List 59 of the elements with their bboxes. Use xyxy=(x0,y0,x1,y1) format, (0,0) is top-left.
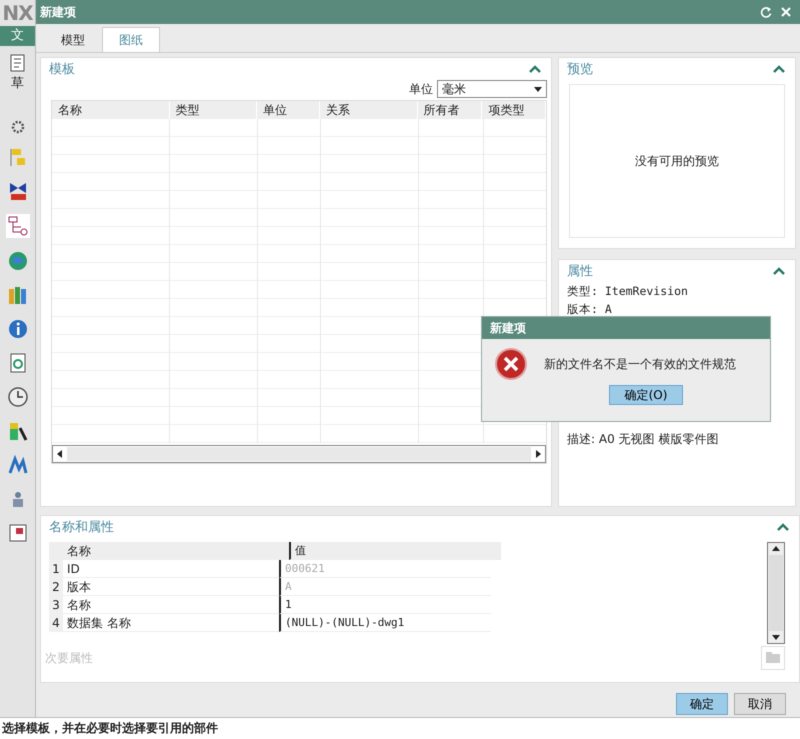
books-icon[interactable] xyxy=(6,284,28,306)
panel-title: 属性 xyxy=(567,263,593,280)
alert-title: 新建项 xyxy=(490,321,526,335)
row-number: 2 xyxy=(49,578,63,596)
status-text: 选择模板，并在必要时选择要引用的部件 xyxy=(2,721,218,736)
panel-title: 模板 xyxy=(49,61,75,78)
collapse-icon[interactable] xyxy=(773,64,785,74)
sketch-label: 草 xyxy=(11,75,24,92)
globe-icon[interactable] xyxy=(6,250,28,272)
unit-label: 单位 xyxy=(409,80,433,98)
property-line: 版本: A xyxy=(566,301,613,318)
preview-message: 没有可用的预览 xyxy=(635,152,719,170)
column-header[interactable]: 关系 xyxy=(320,101,418,119)
collapse-icon[interactable] xyxy=(777,522,789,532)
dropdown-arrow-icon[interactable] xyxy=(534,86,542,92)
ok-button[interactable]: 确定 xyxy=(676,693,728,715)
gear-icon[interactable] xyxy=(10,120,24,134)
menu-tab[interactable]: 文 xyxy=(0,26,35,46)
row-number: 3 xyxy=(49,596,63,614)
table-cell: 数据集 名称 xyxy=(63,614,279,632)
collapse-icon[interactable] xyxy=(529,64,541,74)
alert-ok-button[interactable]: 确定(O) xyxy=(609,385,683,405)
row-number: 1 xyxy=(49,560,63,578)
panel-title: 名称和属性 xyxy=(49,519,114,536)
alert-message: 新的文件名不是一个有效的文件规范 xyxy=(544,356,736,372)
table-cell[interactable]: 1 xyxy=(279,596,491,614)
clock-icon[interactable] xyxy=(6,386,28,408)
tab[interactable]: 图纸 xyxy=(102,27,160,52)
table-cell: ID xyxy=(63,560,279,578)
table-cell: 名称 xyxy=(63,596,279,614)
table-cell: 版本 xyxy=(63,578,279,596)
property-line: 描述: A0 无视图 横版零件图 xyxy=(566,431,720,448)
row-number: 4 xyxy=(49,614,63,632)
window-title: 新建项 xyxy=(40,4,77,20)
frame-icon[interactable] xyxy=(6,522,28,544)
sketch-icon[interactable] xyxy=(8,54,26,72)
reset-icon[interactable] xyxy=(760,6,772,18)
vertical-scrollbar[interactable] xyxy=(767,542,785,644)
secondary-attributes-label: 次要属性 xyxy=(45,650,93,666)
collapse-icon[interactable] xyxy=(773,266,785,276)
tree-icon[interactable] xyxy=(6,214,30,238)
column-header[interactable]: 类型 xyxy=(170,101,258,119)
error-icon xyxy=(494,347,528,381)
cancel-button[interactable]: 取消 xyxy=(734,693,786,715)
column-header[interactable]: 项类型 xyxy=(482,101,546,119)
close-icon[interactable] xyxy=(780,6,792,18)
horizontal-scrollbar[interactable] xyxy=(52,445,546,463)
tab[interactable]: 模型 xyxy=(44,27,102,52)
column-header[interactable]: 名称 xyxy=(52,101,170,119)
column-header[interactable]: 所有者 xyxy=(418,101,482,119)
property-line: 类型: ItemRevision xyxy=(566,283,689,300)
unit-dropdown[interactable]: 毫米 xyxy=(437,80,547,98)
column-header[interactable]: 单位 xyxy=(257,101,320,119)
column-header: 名称 xyxy=(49,542,289,560)
panel-title: 预览 xyxy=(567,61,593,78)
table-cell[interactable]: (NULL)-(NULL)-dwg1 xyxy=(279,614,491,632)
nx-logo: NX xyxy=(2,0,33,24)
info-icon[interactable] xyxy=(6,318,28,340)
column-header: 值 xyxy=(289,542,501,560)
